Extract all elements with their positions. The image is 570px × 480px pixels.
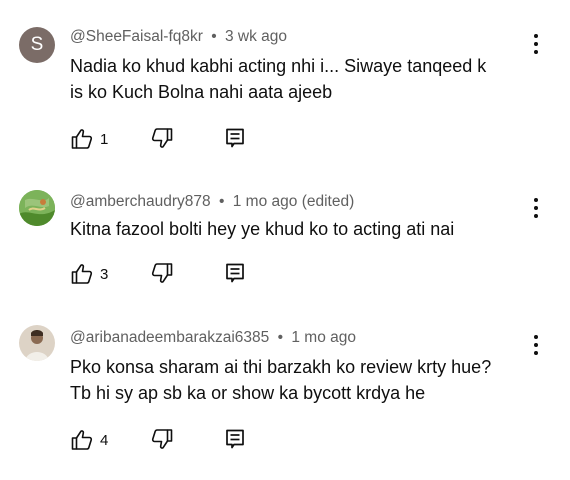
comment-text: Pko konsa sharam ai thi barzakh ko revie…: [70, 354, 520, 406]
reply-button[interactable]: [223, 427, 247, 451]
avatar-image: [19, 325, 55, 361]
meta-separator: •: [277, 329, 284, 346]
thumbs-down-icon: [151, 429, 173, 449]
comment-text-line: Pko konsa sharam ai thi barzakh ko revie…: [70, 357, 492, 377]
like-count: 4: [100, 431, 109, 449]
more-vertical-icon: [534, 335, 538, 339]
comment-actions: 4: [70, 427, 244, 453]
comment-menu-button[interactable]: [526, 332, 546, 358]
comment: @aribanadeembarakzai6385 • 1 mo ago Pko …: [0, 0, 570, 480]
thumbs-up-icon: [71, 430, 93, 450]
like-button[interactable]: 4: [70, 428, 108, 452]
reply-icon: [226, 429, 244, 449]
dislike-button[interactable]: [150, 427, 174, 451]
avatar[interactable]: [19, 325, 55, 361]
comment-meta: @aribanadeembarakzai6385 • 1 mo ago: [70, 329, 356, 347]
comment-time[interactable]: 1 mo ago: [291, 329, 356, 346]
comment-text-line: Tb hi sy ap sb ka or show ka bycott krdy…: [70, 383, 426, 403]
comment-author[interactable]: @aribanadeembarakzai6385: [70, 329, 269, 346]
